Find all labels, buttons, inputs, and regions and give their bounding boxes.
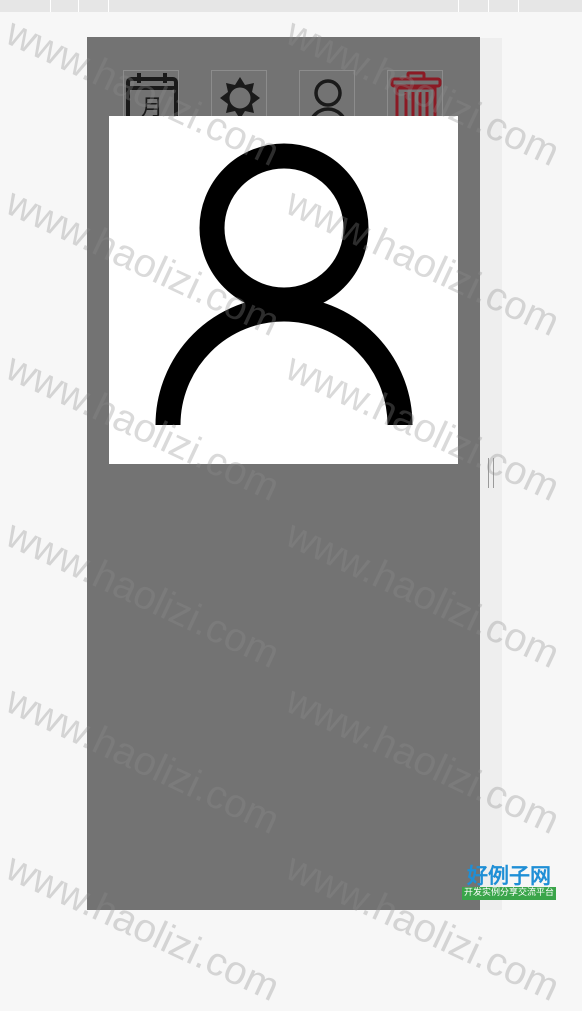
top-bar-divider <box>108 0 109 12</box>
brightness-icon <box>220 77 260 119</box>
brightness-button[interactable] <box>211 70 267 120</box>
site-logo: 好例子网 开发实例分享交流平台 <box>461 860 557 902</box>
editor-panel: 月 <box>87 37 480 910</box>
resize-handle[interactable] <box>488 458 494 488</box>
top-bar-divider <box>518 0 519 12</box>
calendar-icon: 月 <box>126 73 178 121</box>
top-bar-divider <box>458 0 459 12</box>
logo-title: 好例子网 <box>467 864 551 888</box>
user-button[interactable] <box>299 70 355 121</box>
top-bar-divider <box>488 0 489 12</box>
top-bar-divider <box>50 0 51 12</box>
icon-preview <box>109 116 458 464</box>
calendar-button[interactable]: 月 <box>123 70 179 121</box>
user-icon <box>309 79 347 121</box>
trash-icon <box>390 71 442 121</box>
logo-subtitle: 开发实例分享交流平台 <box>462 887 556 900</box>
user-icon <box>155 143 413 426</box>
window-top-bar <box>0 0 582 12</box>
delete-button[interactable] <box>387 70 443 121</box>
top-bar-divider <box>78 0 79 12</box>
